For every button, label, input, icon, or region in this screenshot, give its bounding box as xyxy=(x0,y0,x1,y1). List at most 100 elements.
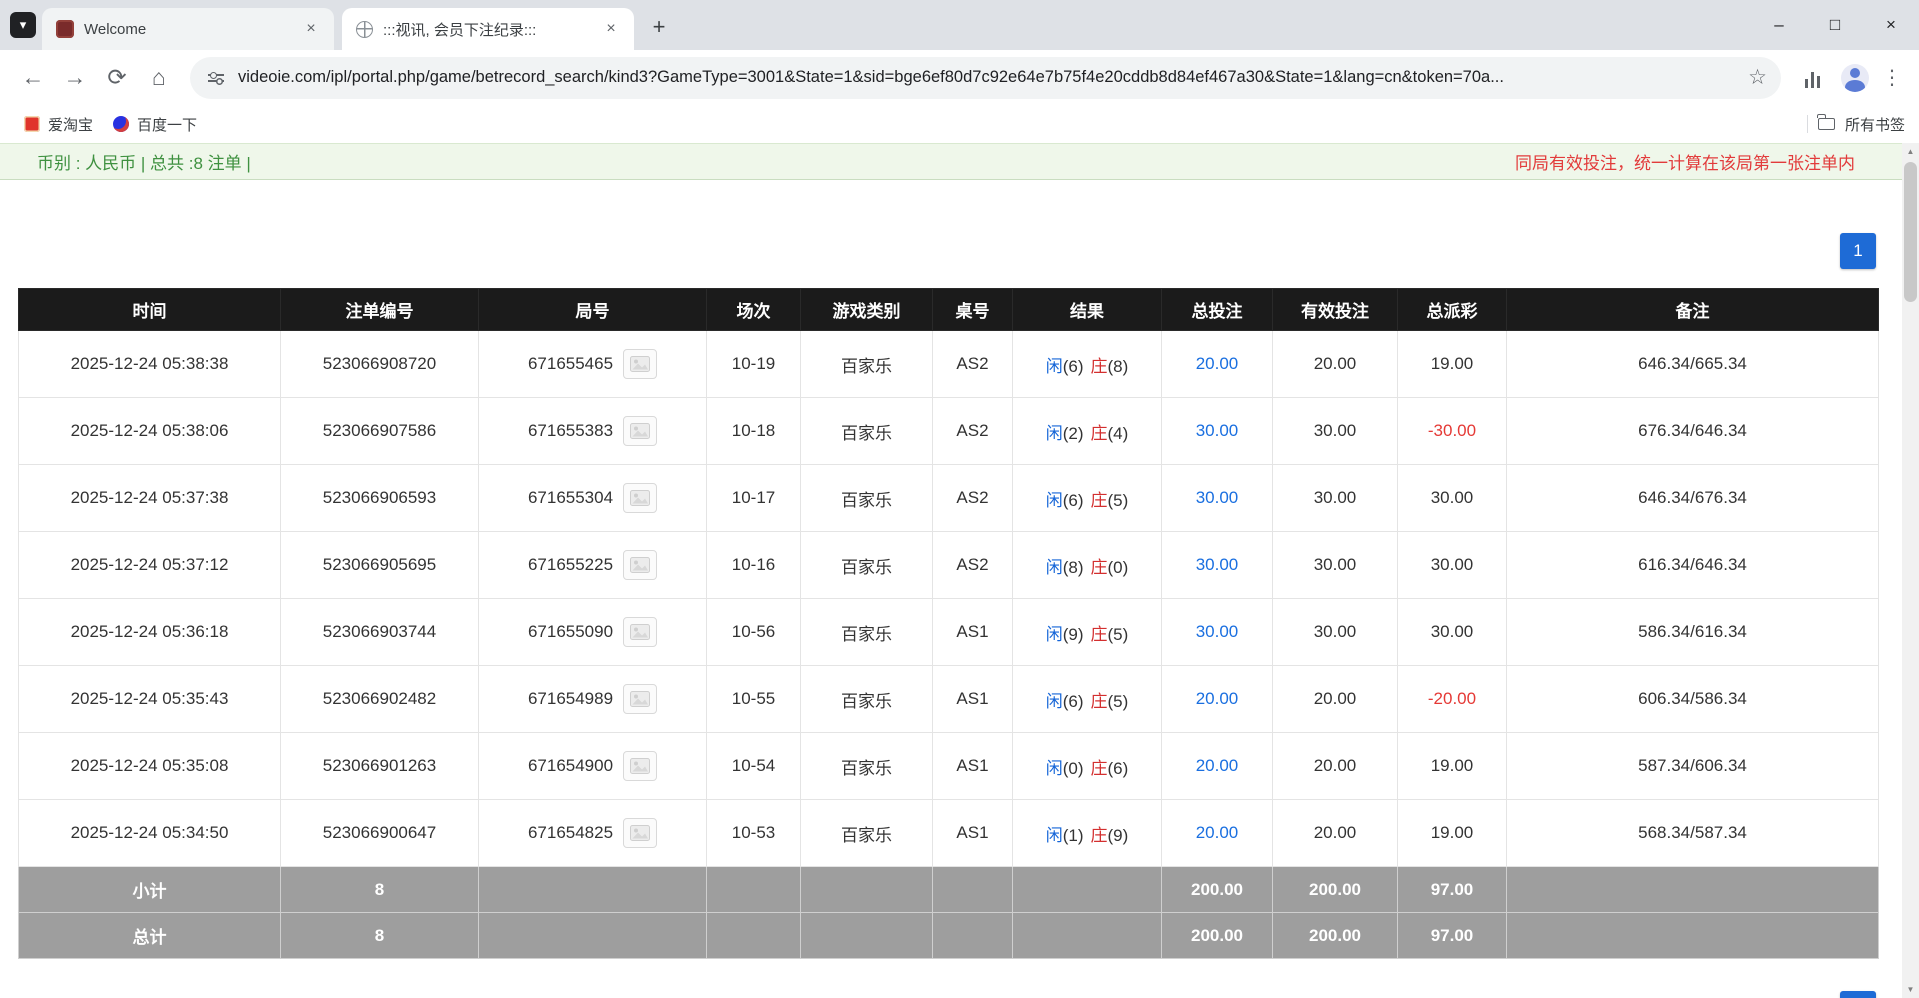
currency-summary-text: 币别 : 人民币 | 总共 :8 注单 | xyxy=(37,149,251,174)
browser-menu-icon[interactable]: ⋮ xyxy=(1877,65,1907,90)
cell-round: 671655090 xyxy=(479,599,707,666)
tab-close-icon[interactable]: × xyxy=(300,18,322,40)
pagination-page-1-top[interactable]: 1 xyxy=(1840,233,1876,269)
address-bar[interactable]: videoie.com/ipl/portal.php/game/betrecor… xyxy=(190,57,1781,99)
player-value: (1) xyxy=(1063,826,1084,845)
total-bet-link[interactable]: 30.00 xyxy=(1196,555,1239,574)
table-row: 2025-12-24 05:37:12 523066905695 6716552… xyxy=(19,532,1879,599)
banker-value: (8) xyxy=(1108,357,1129,376)
cell-payout: 30.00 xyxy=(1398,465,1507,532)
tab-bet-record[interactable]: :::视讯, 会员下注纪录::: × xyxy=(342,8,634,50)
bookmark-label: 爱淘宝 xyxy=(48,114,93,135)
bookmark-aitaobao[interactable]: 爱淘宝 xyxy=(14,110,103,138)
page-scrollbar[interactable]: ▲ ▼ xyxy=(1902,143,1919,998)
total-bet-link[interactable]: 20.00 xyxy=(1196,756,1239,775)
round-result-image-icon[interactable] xyxy=(623,550,657,580)
banker-result: 庄 xyxy=(1091,558,1108,577)
scroll-down-icon[interactable]: ▼ xyxy=(1902,981,1919,998)
cell-round: 671655383 xyxy=(479,398,707,465)
taobao-favicon-icon xyxy=(24,116,40,132)
cell-time: 2025-12-24 05:35:43 xyxy=(19,666,281,733)
cell-total-bet[interactable]: 20.00 xyxy=(1162,331,1273,398)
banker-value: (0) xyxy=(1108,558,1129,577)
banker-result: 庄 xyxy=(1091,357,1108,376)
url-text[interactable]: videoie.com/ipl/portal.php/game/betrecor… xyxy=(238,68,1738,87)
back-icon[interactable]: ← xyxy=(12,57,54,99)
cell-round: 671655465 xyxy=(479,331,707,398)
all-bookmarks[interactable]: 所有书签 xyxy=(1807,114,1905,135)
cell-time: 2025-12-24 05:37:12 xyxy=(19,532,281,599)
player-value: (0) xyxy=(1063,759,1084,778)
bookmark-star-icon[interactable]: ☆ xyxy=(1748,65,1767,90)
home-icon[interactable]: ⌂ xyxy=(138,57,180,99)
browser-window: ▾ Welcome × :::视讯, 会员下注纪录::: × + – □ × ←… xyxy=(0,0,1919,998)
cell-total-bet[interactable]: 20.00 xyxy=(1162,800,1273,867)
cell-total-bet[interactable]: 20.00 xyxy=(1162,733,1273,800)
cell-result: 闲(6)庄(5) xyxy=(1013,666,1162,733)
cell-table-no: AS1 xyxy=(933,800,1013,867)
refresh-icon[interactable]: ⟳ xyxy=(96,57,138,99)
cell-total-bet[interactable]: 30.00 xyxy=(1162,398,1273,465)
banker-result: 庄 xyxy=(1091,759,1108,778)
cell-remark: 587.34/606.34 xyxy=(1507,733,1879,800)
cell-valid-bet: 30.00 xyxy=(1273,465,1398,532)
tab-search-button[interactable]: ▾ xyxy=(10,12,36,38)
cell-table-no: AS1 xyxy=(933,666,1013,733)
subtotal-total-bet: 200.00 xyxy=(1162,867,1273,913)
cell-valid-bet: 20.00 xyxy=(1273,331,1398,398)
scrollbar-thumb[interactable] xyxy=(1904,162,1917,302)
round-result-image-icon[interactable] xyxy=(623,818,657,848)
table-row: 2025-12-24 05:35:43 523066902482 6716549… xyxy=(19,666,1879,733)
total-bet-link[interactable]: 20.00 xyxy=(1196,689,1239,708)
cell-result: 闲(6)庄(8) xyxy=(1013,331,1162,398)
cell-total-bet[interactable]: 30.00 xyxy=(1162,599,1273,666)
forward-icon[interactable]: → xyxy=(54,57,96,99)
total-bet-link[interactable]: 30.00 xyxy=(1196,622,1239,641)
cell-table-no: AS2 xyxy=(933,331,1013,398)
new-tab-button[interactable]: + xyxy=(642,10,676,44)
tab-close-icon[interactable]: × xyxy=(600,18,622,40)
site-info-icon[interactable] xyxy=(206,68,226,88)
header-table-no: 桌号 xyxy=(933,289,1013,331)
cell-session: 10-17 xyxy=(707,465,801,532)
cell-total-bet[interactable]: 20.00 xyxy=(1162,666,1273,733)
total-bet-link[interactable]: 20.00 xyxy=(1196,823,1239,842)
round-result-image-icon[interactable] xyxy=(623,617,657,647)
scroll-up-icon[interactable]: ▲ xyxy=(1902,143,1919,160)
close-button[interactable]: × xyxy=(1863,0,1919,50)
table-row: 2025-12-24 05:35:08 523066901263 6716549… xyxy=(19,733,1879,800)
cell-result: 闲(9)庄(5) xyxy=(1013,599,1162,666)
tab-welcome[interactable]: Welcome × xyxy=(42,8,334,50)
media-controls-icon[interactable] xyxy=(1799,68,1825,88)
minimize-button[interactable]: – xyxy=(1751,0,1807,50)
cell-bet-id: 523066907586 xyxy=(281,398,479,465)
page-content: 币别 : 人民币 | 总共 :8 注单 | 同局有效投注，统一计算在该局第一张注… xyxy=(0,143,1919,998)
player-value: (6) xyxy=(1063,491,1084,510)
banker-value: (4) xyxy=(1108,424,1129,443)
bookmark-baidu[interactable]: 百度一下 xyxy=(103,110,207,138)
cell-remark: 586.34/616.34 xyxy=(1507,599,1879,666)
cell-time: 2025-12-24 05:34:50 xyxy=(19,800,281,867)
maximize-button[interactable]: □ xyxy=(1807,0,1863,50)
total-bet-link[interactable]: 30.00 xyxy=(1196,488,1239,507)
total-bet-link[interactable]: 20.00 xyxy=(1196,354,1239,373)
round-result-image-icon[interactable] xyxy=(623,416,657,446)
cell-total-bet[interactable]: 30.00 xyxy=(1162,532,1273,599)
cell-table-no: AS2 xyxy=(933,398,1013,465)
total-label: 总计 xyxy=(19,913,281,959)
table-row: 2025-12-24 05:34:50 523066900647 6716548… xyxy=(19,800,1879,867)
cell-valid-bet: 30.00 xyxy=(1273,599,1398,666)
cell-payout: 30.00 xyxy=(1398,599,1507,666)
total-total-bet: 200.00 xyxy=(1162,913,1273,959)
cell-total-bet[interactable]: 30.00 xyxy=(1162,465,1273,532)
profile-avatar-icon[interactable] xyxy=(1841,64,1869,92)
round-result-image-icon[interactable] xyxy=(623,349,657,379)
total-bet-link[interactable]: 30.00 xyxy=(1196,421,1239,440)
tab-strip: ▾ Welcome × :::视讯, 会员下注纪录::: × + – □ × xyxy=(0,0,1919,50)
round-result-image-icon[interactable] xyxy=(623,751,657,781)
round-result-image-icon[interactable] xyxy=(623,684,657,714)
bet-table-body: 2025-12-24 05:38:38 523066908720 6716554… xyxy=(19,331,1879,867)
pagination-page-1-bottom[interactable]: 1 xyxy=(1840,991,1876,998)
round-result-image-icon[interactable] xyxy=(623,483,657,513)
cell-valid-bet: 20.00 xyxy=(1273,800,1398,867)
